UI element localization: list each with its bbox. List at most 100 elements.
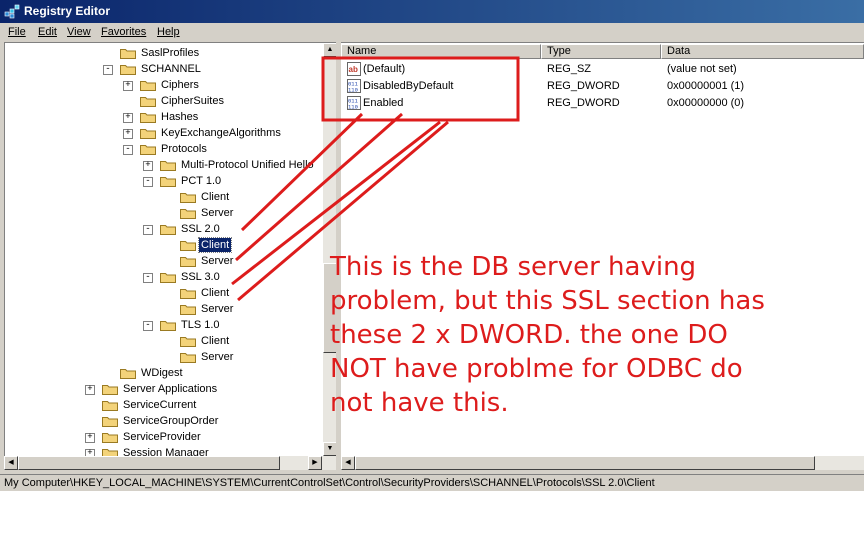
- folder-icon: [180, 239, 196, 251]
- scroll-right-arrow-icon[interactable]: ▶: [308, 456, 322, 470]
- folder-icon: [160, 319, 176, 331]
- folder-icon: [160, 159, 176, 171]
- folder-icon: [140, 143, 156, 155]
- title-bar[interactable]: Registry Editor: [0, 0, 864, 23]
- tree-node-label: PCT 1.0: [181, 175, 222, 187]
- value-type: REG_DWORD: [547, 97, 620, 109]
- expand-icon[interactable]: +: [85, 385, 95, 395]
- tree-node-label: Server: [201, 351, 234, 363]
- key-tree-pane[interactable]: SaslProfiles - SCHANNEL + Ciphers CipherSuite…: [4, 42, 337, 456]
- tree-node-label: Server Applications: [123, 383, 218, 395]
- list-item[interactable]: 011 110 Enabled REG_DWORD 0x00000000 (0): [341, 95, 864, 111]
- scroll-left-arrow-icon[interactable]: ◀: [341, 456, 355, 470]
- menu-view[interactable]: View: [67, 25, 91, 39]
- tree-node-label: Server: [201, 207, 234, 219]
- status-path: My Computer\HKEY_LOCAL_MACHINE\SYSTEM\Cu…: [4, 477, 655, 489]
- dword-value-icon: 011 110: [347, 96, 361, 111]
- folder-icon: [102, 399, 118, 411]
- folder-icon: [120, 63, 136, 75]
- expand-icon[interactable]: +: [123, 113, 133, 123]
- folder-icon: [180, 191, 196, 203]
- scroll-down-arrow-icon[interactable]: ▼: [323, 442, 337, 456]
- tree-node-label: Client: [197, 237, 233, 253]
- collapse-icon[interactable]: -: [123, 145, 133, 155]
- tree-node-label: KeyExchangeAlgorithms: [161, 127, 281, 139]
- tree-node-label: Hashes: [161, 111, 199, 123]
- tree-node-label: SSL 2.0: [181, 223, 220, 235]
- tree-node-label: ServiceGroupOrder: [123, 415, 219, 427]
- expand-icon[interactable]: +: [85, 433, 95, 443]
- window-title: Registry Editor: [24, 4, 111, 18]
- tree-node-label: SCHANNEL: [141, 63, 201, 75]
- tree-node-label: SaslProfiles: [141, 47, 200, 59]
- string-value-icon: ab: [347, 62, 361, 76]
- folder-icon: [102, 415, 118, 427]
- collapse-icon[interactable]: -: [143, 225, 153, 235]
- column-header-name[interactable]: Name: [341, 44, 541, 59]
- list-item[interactable]: ab (Default) REG_SZ (value not set): [341, 61, 864, 77]
- tree-node-label: SSL 3.0: [181, 271, 220, 283]
- folder-icon: [180, 303, 196, 315]
- folder-icon: [180, 351, 196, 363]
- folder-icon: [102, 383, 118, 395]
- value-name: DisabledByDefault: [363, 80, 454, 92]
- tree-node-label: Protocols: [161, 143, 207, 155]
- column-header-data[interactable]: Data: [661, 44, 864, 59]
- tree-node-label: Multi-Protocol Unified Hello: [181, 159, 314, 171]
- tree-node-label: Client: [201, 287, 230, 299]
- tree-node-label: ServiceCurrent: [123, 399, 197, 411]
- value-type: REG_DWORD: [547, 80, 620, 92]
- folder-icon: [140, 95, 156, 107]
- folder-icon: [160, 223, 176, 235]
- folder-icon: [140, 127, 156, 139]
- menu-file[interactable]: File: [8, 25, 26, 39]
- folder-icon: [160, 175, 176, 187]
- list-hscroll-thumb[interactable]: [355, 456, 815, 470]
- folder-icon: [140, 111, 156, 123]
- column-header-type[interactable]: Type: [541, 44, 661, 59]
- folder-icon: [160, 271, 176, 283]
- registry-editor-icon: [4, 4, 20, 19]
- tree-node-label: WDigest: [141, 367, 183, 379]
- menu-bar: File Edit View Favorites Help: [0, 23, 864, 42]
- folder-icon: [102, 431, 118, 443]
- scroll-left-arrow-icon[interactable]: ◀: [4, 456, 18, 470]
- collapse-icon[interactable]: -: [143, 177, 153, 187]
- scroll-up-arrow-icon[interactable]: ▲: [323, 43, 337, 57]
- folder-icon: [120, 47, 136, 59]
- menu-favorites[interactable]: Favorites: [101, 25, 146, 39]
- folder-icon: [140, 79, 156, 91]
- tree-node-label: Server: [201, 255, 234, 267]
- expand-icon[interactable]: +: [123, 81, 133, 91]
- tree-node-label: Client: [201, 191, 230, 203]
- tree-node-label: ServiceProvider: [123, 431, 201, 443]
- expand-icon[interactable]: +: [123, 129, 133, 139]
- collapse-icon[interactable]: -: [143, 321, 153, 331]
- folder-icon: [180, 287, 196, 299]
- collapse-icon[interactable]: -: [143, 273, 153, 283]
- annotation-text: This is the DB server having problem, bu…: [330, 252, 765, 418]
- expand-icon[interactable]: +: [85, 449, 95, 456]
- list-horizontal-scrollbar[interactable]: ◀: [341, 456, 864, 470]
- menu-edit[interactable]: Edit: [38, 25, 57, 39]
- tree-node-label: Client: [201, 335, 230, 347]
- tree-node-label: Ciphers: [161, 79, 199, 91]
- svg-text:110: 110: [348, 104, 358, 111]
- folder-icon: [180, 335, 196, 347]
- collapse-icon[interactable]: -: [103, 65, 113, 75]
- tree-node-label: Server: [201, 303, 234, 315]
- menu-help[interactable]: Help: [157, 25, 180, 39]
- dword-value-icon: 011 110: [347, 79, 361, 94]
- folder-icon: [120, 367, 136, 379]
- value-name: (Default): [363, 63, 406, 75]
- folder-icon: [102, 447, 118, 456]
- value-data: (value not set): [667, 63, 737, 75]
- folder-icon: [180, 207, 196, 219]
- tree-horizontal-scrollbar[interactable]: ◀ ▶: [4, 456, 336, 470]
- list-item[interactable]: 011 110 DisabledByDefault REG_DWORD 0x000000…: [341, 78, 864, 94]
- expand-icon[interactable]: +: [143, 161, 153, 171]
- folder-icon: [180, 255, 196, 267]
- value-data: 0x00000000 (0): [667, 97, 745, 109]
- tree-node-label: TLS 1.0: [181, 319, 220, 331]
- tree-hscroll-thumb[interactable]: [18, 456, 280, 470]
